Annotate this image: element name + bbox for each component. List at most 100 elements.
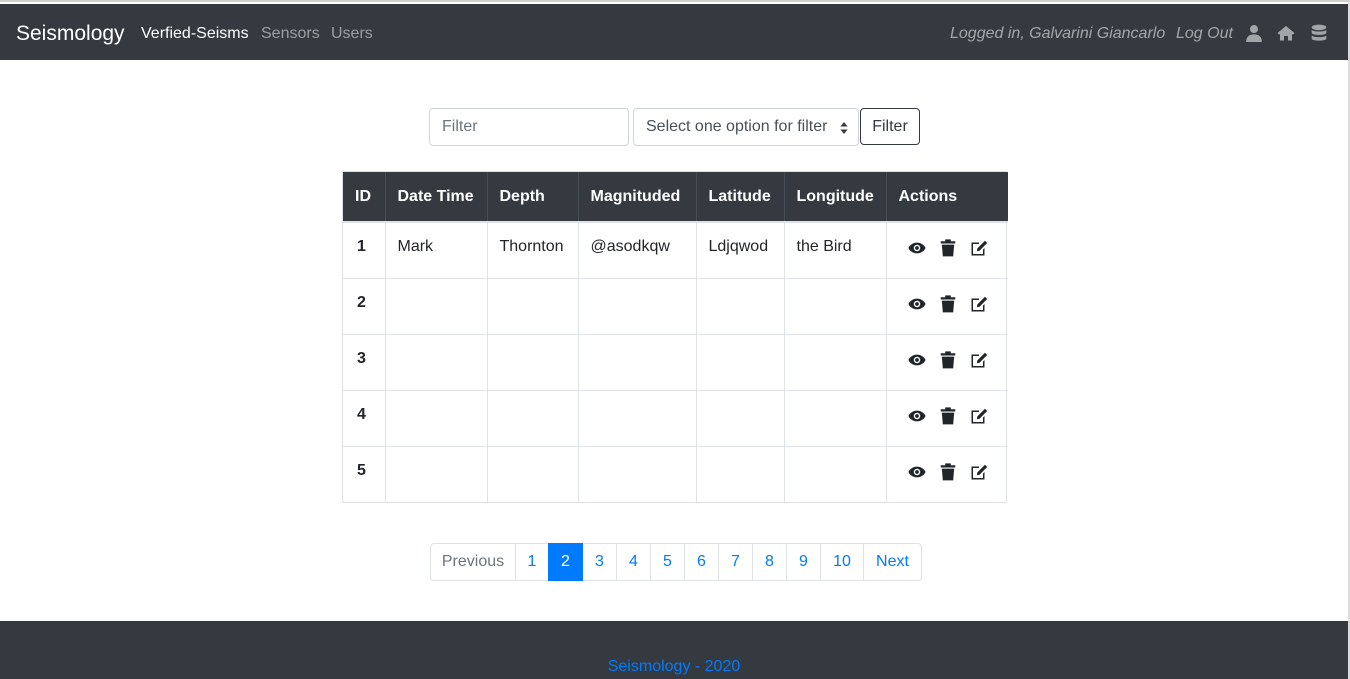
cell-depth: Thornton	[487, 221, 579, 278]
pagination-page-4[interactable]: 4	[616, 543, 651, 581]
cell-latitude	[696, 389, 785, 446]
filter-select-value: Select one option for filter	[646, 118, 828, 135]
user-icon[interactable]	[1245, 24, 1263, 42]
cell-actions	[886, 221, 1008, 278]
cell-date-time	[385, 445, 488, 502]
column-header-date-time[interactable]: Date Time	[385, 172, 488, 222]
filter-select[interactable]: Select one option for filter	[633, 108, 859, 146]
column-header-latitude[interactable]: Latitude	[696, 172, 785, 222]
brand-logo[interactable]: Seismology	[16, 21, 125, 47]
column-header-actions: Actions	[886, 172, 1008, 222]
column-header-depth[interactable]: Depth	[487, 172, 579, 222]
cell-longitude	[784, 333, 887, 390]
cell-latitude	[696, 445, 785, 502]
cell-longitude	[784, 389, 887, 446]
row-actions	[899, 459, 997, 481]
cell-longitude: the Bird	[784, 221, 887, 278]
cell-id: 4	[343, 389, 386, 446]
cell-date-time: Mark	[385, 221, 488, 278]
pagination-page-2[interactable]: 2	[548, 543, 583, 581]
eye-icon[interactable]	[907, 463, 926, 481]
footer: Seismology - 2020	[0, 621, 1348, 679]
pagination: Previous 1 2 3 4 5 6 7 8 9 10 Next	[430, 543, 922, 581]
cell-id: 5	[343, 445, 386, 502]
cell-longitude	[784, 277, 887, 334]
cell-date-time	[385, 389, 488, 446]
cell-id: 1	[343, 221, 386, 278]
navbar: Seismology Verfied-Seisms Sensors Users …	[0, 4, 1348, 60]
pagination-page-9[interactable]: 9	[786, 543, 821, 581]
filter-input[interactable]	[429, 108, 629, 146]
pagination-page-1[interactable]: 1	[515, 543, 549, 581]
home-icon[interactable]	[1277, 24, 1295, 42]
table-header-row: ID Date Time Depth Magnituded Latitude L…	[343, 172, 1008, 222]
cell-latitude: Ldjqwod	[696, 221, 785, 278]
cell-latitude	[696, 277, 785, 334]
row-actions	[899, 403, 997, 425]
pagination-page-7[interactable]: 7	[718, 543, 753, 581]
column-header-id[interactable]: ID	[343, 172, 386, 222]
column-header-magnitude[interactable]: Magnituded	[578, 172, 697, 222]
cell-magnitude	[578, 389, 697, 446]
cell-id: 2	[343, 277, 386, 334]
seisms-table: ID Date Time Depth Magnituded Latitude L…	[342, 171, 1008, 503]
pagination-page-6[interactable]: 6	[684, 543, 719, 581]
pagination-page-10[interactable]: 10	[820, 543, 864, 581]
cell-actions	[886, 445, 1008, 502]
cell-longitude	[784, 445, 887, 502]
nav-link-sensors[interactable]: Sensors	[261, 24, 320, 44]
row-actions	[899, 291, 997, 313]
row-actions	[899, 235, 997, 257]
edit-icon[interactable]	[970, 239, 988, 257]
eye-icon[interactable]	[907, 407, 926, 425]
cell-magnitude	[578, 333, 697, 390]
table-row: 3	[343, 333, 1008, 390]
nav-link-verified-seisms[interactable]: Verfied-Seisms	[141, 24, 249, 44]
filter-button[interactable]: Filter	[860, 108, 920, 145]
edit-icon[interactable]	[970, 463, 988, 481]
logged-in-text: Logged in, Galvarini Giancarlo	[950, 25, 1166, 42]
cell-magnitude	[578, 277, 697, 334]
footer-text: Seismology - 2020	[607, 658, 741, 675]
eye-icon[interactable]	[907, 239, 926, 257]
table-row: 5	[343, 445, 1008, 502]
cell-depth	[487, 333, 579, 390]
cell-magnitude	[578, 445, 697, 502]
database-icon[interactable]	[1310, 24, 1328, 42]
eye-icon[interactable]	[907, 295, 926, 313]
cell-id: 3	[343, 333, 386, 390]
logout-link[interactable]: Log Out	[1176, 24, 1233, 44]
cell-depth	[487, 277, 579, 334]
cell-actions	[886, 389, 1008, 446]
trash-icon[interactable]	[939, 294, 957, 313]
pagination-page-3[interactable]: 3	[582, 543, 617, 581]
cell-latitude	[696, 333, 785, 390]
cell-date-time	[385, 277, 488, 334]
pagination-previous[interactable]: Previous	[430, 543, 516, 581]
edit-icon[interactable]	[970, 295, 988, 313]
table-row: 4	[343, 389, 1008, 446]
nav-link-users[interactable]: Users	[331, 24, 373, 44]
trash-icon[interactable]	[939, 239, 957, 257]
cell-magnitude: @asodkqw	[578, 221, 697, 278]
trash-icon[interactable]	[939, 350, 957, 369]
pagination-page-5[interactable]: 5	[650, 543, 685, 581]
table-row: 1 Mark Thornton @asodkqw Ldjqwod the Bird	[343, 221, 1008, 278]
page: Seismology Verfied-Seisms Sensors Users …	[0, 0, 1350, 679]
row-actions	[899, 347, 997, 369]
edit-icon[interactable]	[970, 351, 988, 369]
select-arrows-icon	[840, 122, 848, 134]
cell-actions	[886, 277, 1008, 334]
cell-depth	[487, 389, 579, 446]
trash-icon[interactable]	[939, 406, 957, 425]
eye-icon[interactable]	[907, 351, 926, 369]
cell-actions	[886, 333, 1008, 390]
trash-icon[interactable]	[939, 462, 957, 481]
cell-depth	[487, 445, 579, 502]
pagination-next[interactable]: Next	[863, 543, 922, 581]
table-row: 2	[343, 277, 1008, 334]
edit-icon[interactable]	[970, 407, 988, 425]
column-header-longitude[interactable]: Longitude	[784, 172, 887, 222]
pagination-page-8[interactable]: 8	[752, 543, 787, 581]
cell-date-time	[385, 333, 488, 390]
